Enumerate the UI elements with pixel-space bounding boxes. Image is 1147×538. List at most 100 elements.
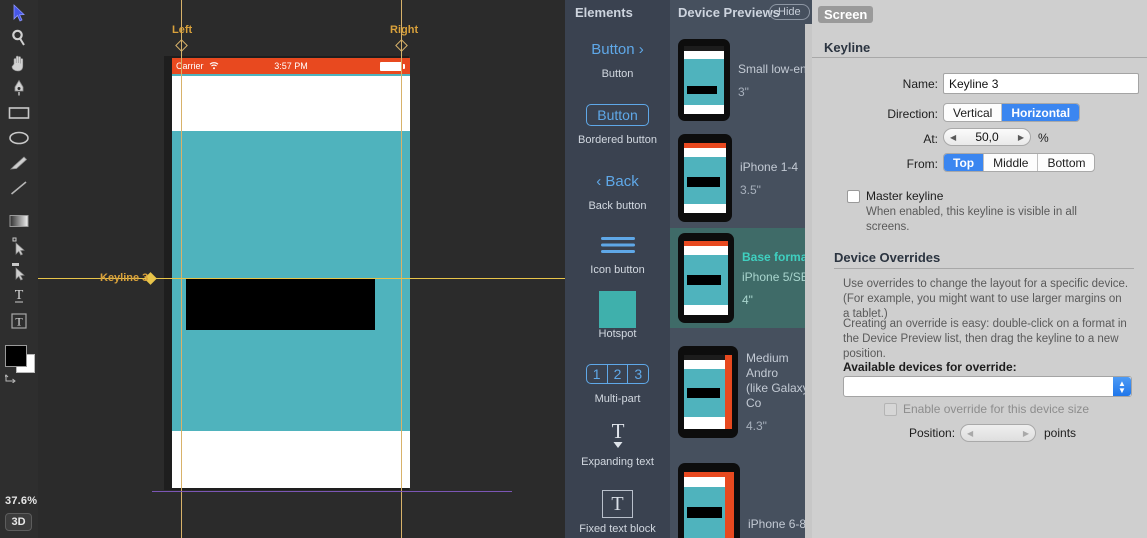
element-fixed-text-block[interactable]: T Fixed text block — [565, 487, 670, 535]
element-label: Hotspot — [598, 328, 637, 340]
element-icon-button[interactable]: Icon button — [565, 228, 670, 276]
element-button[interactable]: Button › Button — [565, 32, 670, 81]
at-value-stepper[interactable]: ◀ 50,0 ▶ — [943, 128, 1031, 146]
device-name: iPhone 5/SE — [742, 269, 809, 284]
position-stepper[interactable]: ◀ ▶ — [960, 424, 1036, 442]
battery-icon — [380, 62, 402, 71]
device-thumbnail — [678, 134, 732, 222]
element-back-button[interactable]: ‹ Back Back button — [565, 164, 670, 213]
element-expanding-text[interactable]: T Expanding text — [565, 420, 670, 468]
device-size: 4" — [742, 292, 753, 307]
svg-text:T: T — [611, 420, 624, 443]
color-swatches[interactable] — [4, 345, 35, 384]
foreground-color-swatch[interactable] — [5, 345, 27, 367]
baseline-guide[interactable] — [152, 491, 512, 492]
from-option-top[interactable]: Top — [944, 154, 985, 171]
direction-option-horizontal[interactable]: Horizontal — [1002, 104, 1080, 121]
magnify-tool[interactable] — [0, 25, 38, 50]
hide-previews-button[interactable]: Hide — [769, 4, 810, 20]
device-previews-header: Device Previews Hide — [670, 0, 812, 24]
previews-scrollbar[interactable] — [805, 24, 812, 538]
guide-right-label: Right — [390, 24, 419, 36]
elements-panel: Elements Button › Button Button Bordered… — [565, 0, 670, 538]
device-preview-row[interactable]: iPhone 1-4 3.5" — [670, 124, 812, 232]
element-multi-part[interactable]: 123 Multi-part — [565, 357, 670, 405]
direction-segmented-control[interactable]: Vertical Horizontal — [943, 103, 1081, 122]
keyline-section-rule — [812, 57, 1147, 58]
element-label: Multi-part — [594, 393, 641, 405]
position-increment-icon[interactable]: ▶ — [1023, 429, 1029, 438]
stepper-increment-icon[interactable]: ▶ — [1018, 133, 1024, 142]
line-tool[interactable] — [0, 175, 38, 200]
device-thumbnail — [678, 346, 738, 438]
group-select-tool[interactable] — [0, 258, 38, 283]
fixed-text-block-icon: T — [602, 487, 633, 521]
element-label: Button — [601, 68, 634, 80]
swap-colors-icon[interactable] — [4, 370, 16, 388]
from-option-middle[interactable]: Middle — [984, 154, 1039, 171]
hand-tool[interactable] — [0, 50, 38, 75]
element-label: Bordered button — [578, 134, 657, 146]
device-size: 3.5" — [740, 182, 761, 197]
device-screen[interactable]: Carrier 3:57 PM — [172, 58, 410, 488]
device-preview-row[interactable]: Medium Andro (like Galaxy Co 4.3" — [670, 338, 812, 446]
design-canvas[interactable]: Carrier 3:57 PM Left Right Keyline 3 — [38, 0, 565, 538]
pointer-tool[interactable] — [0, 0, 38, 25]
master-keyline-help: When enabled, this keyline is visible in… — [866, 206, 1077, 233]
guide-left-handle[interactable] — [175, 39, 188, 52]
app-window: T T 37.6% 3D Carrier 3:57 PM Left Right … — [0, 0, 1147, 538]
combo-stepper-icon[interactable]: ▲ ▼ — [1113, 377, 1131, 396]
bordered-button-glyph-icon: Button — [586, 98, 649, 132]
battery-tip-icon — [403, 64, 405, 69]
keyline-label: Keyline 3 — [100, 272, 149, 284]
device-preview-meta: Base format iPhone 5/SE 4" — [742, 250, 811, 307]
back-button-glyph-icon: ‹ Back — [596, 172, 639, 190]
device-preview-row-selected[interactable]: Base format iPhone 5/SE 4" — [670, 228, 812, 328]
base-format-badge: Base format — [742, 249, 812, 264]
ellipse-tool[interactable] — [0, 125, 38, 150]
enable-override-checkbox[interactable] — [884, 403, 897, 416]
expanding-text-icon: T — [601, 420, 635, 454]
brush-tool[interactable] — [0, 150, 38, 175]
device-preview-row[interactable]: iPhone 6-8 — [670, 455, 812, 538]
device-thumbnail — [678, 233, 734, 323]
direct-select-tool[interactable] — [0, 233, 38, 258]
device-name: iPhone 1-4 — [740, 159, 799, 174]
device-preview-meta: Small low-end A 3" — [738, 62, 812, 99]
screen-bottom-band — [172, 431, 410, 488]
keyline-name-input[interactable]: Keyline 3 — [943, 73, 1139, 94]
element-bordered-button[interactable]: Button Bordered button — [565, 98, 670, 146]
3d-mode-button[interactable]: 3D — [5, 513, 32, 531]
device-preview-meta: iPhone 6-8 — [748, 517, 806, 532]
device-preview-meta: Medium Andro (like Galaxy Co 4.3" — [746, 351, 812, 433]
text-box-tool[interactable]: T — [0, 308, 38, 333]
available-devices-combo[interactable]: ▲ ▼ — [843, 376, 1132, 397]
from-label: From: — [906, 157, 938, 171]
direction-label: Direction: — [887, 107, 938, 121]
guide-right-handle[interactable] — [395, 39, 408, 52]
overrides-help-1: Use overrides to change the layout for a… — [843, 278, 1129, 320]
screen-tab[interactable]: Screen — [818, 6, 874, 23]
gradient-tool[interactable] — [0, 208, 38, 233]
hotspot-swatch-icon — [599, 290, 636, 328]
guide-right[interactable] — [401, 0, 402, 538]
master-keyline-checkbox[interactable] — [847, 190, 860, 203]
from-option-bottom[interactable]: Bottom — [1038, 154, 1094, 171]
element-hotspot[interactable]: Hotspot — [565, 290, 670, 340]
device-thumbnail — [678, 39, 730, 121]
device-previews-panel: Device Previews Hide Small low-end A 3" — [670, 0, 812, 538]
keyline-section-heading: Keyline — [824, 40, 871, 55]
element-label: Back button — [588, 200, 647, 212]
position-decrement-icon[interactable]: ◀ — [967, 429, 973, 438]
device-preview-row[interactable]: Small low-end A 3" — [670, 26, 812, 134]
screen-black-block — [186, 278, 375, 330]
rectangle-tool[interactable] — [0, 100, 38, 125]
pen-tool[interactable] — [0, 75, 38, 100]
screen-top-band — [172, 76, 410, 131]
device-previews-title: Device Previews — [678, 5, 780, 20]
text-tool[interactable]: T — [0, 283, 38, 308]
direction-option-vertical[interactable]: Vertical — [944, 104, 1003, 121]
guide-left-label: Left — [172, 24, 193, 36]
from-segmented-control[interactable]: Top Middle Bottom — [943, 153, 1096, 172]
guide-left[interactable] — [181, 0, 182, 538]
